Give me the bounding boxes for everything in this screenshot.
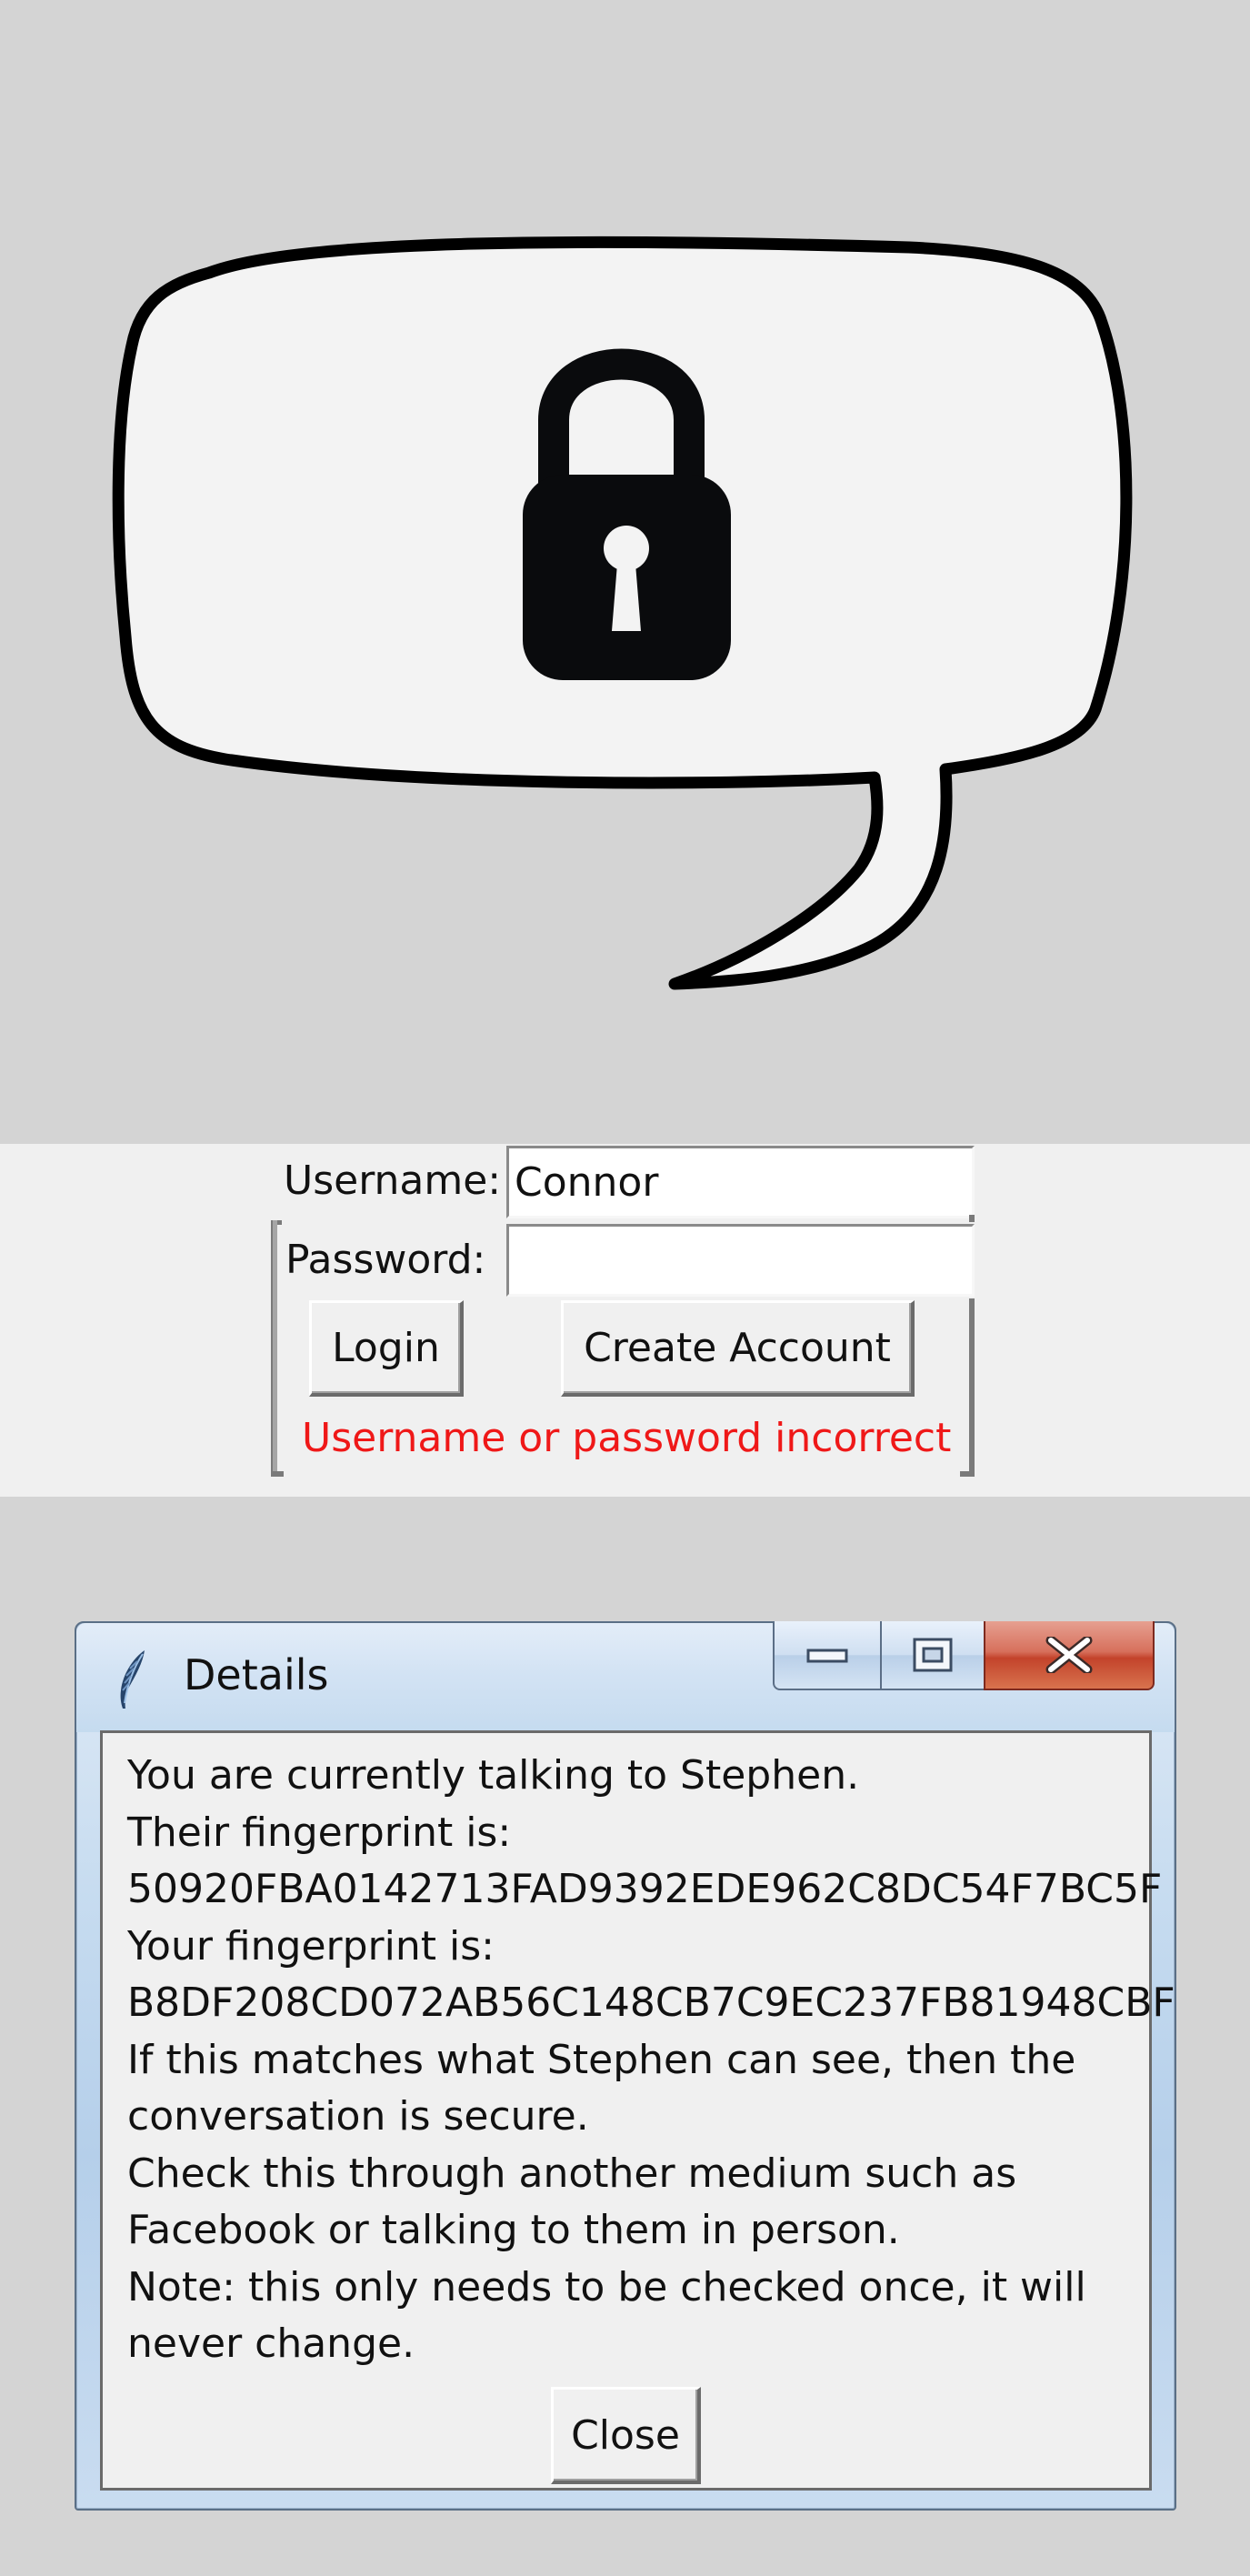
frame-border (969, 1215, 975, 1222)
minimize-icon (806, 1649, 848, 1663)
logo-area (0, 0, 1250, 1144)
username-input[interactable] (506, 1146, 975, 1218)
minimize-button[interactable] (773, 1621, 882, 1690)
details-line: Facebook or talking to them in person. (127, 2207, 900, 2253)
close-button[interactable]: Close (551, 2387, 701, 2484)
create-account-button[interactable]: Create Account (561, 1300, 915, 1397)
caption-buttons (773, 1621, 1155, 1694)
error-message: Username or password incorrect (302, 1415, 952, 1461)
frame-border (271, 1471, 284, 1477)
speech-bubble-lock-icon (112, 236, 1133, 990)
details-line: You are currently talking to Stephen. (127, 1752, 860, 1799)
details-message: You are currently talking to Stephen. Th… (127, 1748, 1175, 2373)
login-button[interactable]: Login (309, 1300, 464, 1397)
password-label: Password: (285, 1237, 486, 1283)
frame-border (960, 1471, 975, 1477)
maximize-icon (913, 1638, 953, 1672)
details-line: conversation is secure. (127, 2093, 589, 2140)
details-line: Their fingerprint is: (127, 1809, 512, 1856)
close-icon (1045, 1637, 1093, 1673)
details-line: Check this through another medium such a… (127, 2150, 1017, 2197)
their-fingerprint: 50920FBA0142713FAD9392EDE962C8DC54F7BC5F (127, 1866, 1163, 1912)
dialog-titlebar[interactable]: Details (76, 1621, 1175, 1732)
frame-border (271, 1220, 277, 1477)
details-line: Note: this only needs to be checked once… (127, 2263, 1086, 2310)
close-window-button[interactable] (984, 1621, 1155, 1690)
your-fingerprint: B8DF208CD072AB56C148CB7C9EC237FB81948CBF (127, 1980, 1175, 2026)
feather-icon (120, 1650, 145, 1709)
maximize-button[interactable] (880, 1621, 985, 1690)
details-line: never change. (127, 2320, 415, 2367)
password-input[interactable] (506, 1224, 975, 1297)
details-line: If this matches what Stephen can see, th… (127, 2036, 1076, 2083)
dialog-title: Details (184, 1650, 329, 1699)
details-line: Your fingerprint is: (127, 1922, 495, 1970)
frame-border (969, 1298, 975, 1477)
username-label: Username: (284, 1158, 502, 1204)
